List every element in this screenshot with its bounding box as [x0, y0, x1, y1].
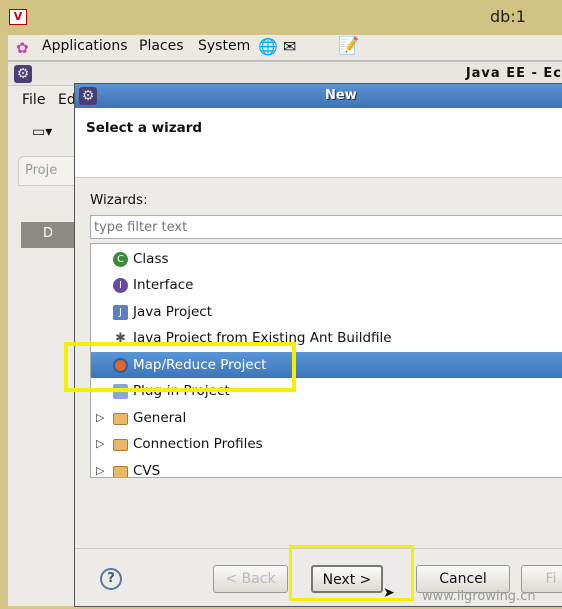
tree-item[interactable]: D: [21, 222, 81, 248]
gnome-panel: ✿ Applications Places System 🌐 ✉ 📝: [8, 35, 562, 61]
eclipse-gear-icon: ⚙: [14, 65, 32, 83]
dialog-header: Select a wizard: [75, 108, 562, 178]
mouse-cursor-icon: ➤: [383, 585, 395, 601]
menu-file[interactable]: File: [22, 92, 45, 108]
highlight-box-next: [289, 545, 414, 601]
new-wizard-icon[interactable]: ▭▾: [32, 124, 52, 140]
folder-icon: [113, 466, 128, 477]
expand-arrow-icon[interactable]: ▷: [96, 405, 104, 431]
back-button[interactable]: < Back: [213, 565, 288, 593]
wizards-label: Wizards:: [90, 192, 148, 208]
mail-icon[interactable]: ✉: [283, 37, 296, 56]
list-item-interface[interactable]: I Interface: [91, 272, 562, 298]
expand-arrow-icon[interactable]: ▷: [96, 431, 104, 457]
menu-system[interactable]: System: [198, 38, 250, 54]
item-label: Class: [133, 251, 169, 267]
vnc-titlebar: V db:1: [0, 0, 562, 34]
menu-places[interactable]: Places: [139, 38, 184, 54]
folder-icon: [113, 413, 128, 425]
list-item-java-project[interactable]: J Java Project: [91, 299, 562, 325]
vnc-logo-icon: V: [9, 9, 27, 25]
applications-icon: ✿: [16, 39, 29, 57]
notepad-icon[interactable]: 📝: [338, 36, 359, 56]
vnc-title: db:1: [490, 7, 526, 26]
folder-icon: [113, 439, 128, 451]
list-item-connection-profiles[interactable]: ▷ Connection Profiles: [91, 431, 562, 457]
item-label: Connection Profiles: [133, 436, 263, 452]
tree-item-label: D: [43, 226, 54, 241]
class-icon: C: [113, 252, 128, 267]
interface-icon: I: [113, 278, 128, 293]
dialog-titlebar: ⚙ New: [75, 84, 562, 108]
project-explorer-tab[interactable]: Proje: [18, 156, 78, 186]
filter-input[interactable]: [90, 215, 562, 239]
java-project-icon: J: [113, 305, 128, 320]
dialog-heading: Select a wizard: [86, 120, 203, 136]
item-label: General: [133, 410, 187, 426]
eclipse-title: Java EE - Ec: [465, 66, 562, 81]
list-item-general[interactable]: ▷ General: [91, 405, 562, 431]
browser-icon[interactable]: 🌐: [258, 37, 278, 56]
list-item-cvs[interactable]: ▷ CVS: [91, 458, 562, 478]
item-label: Java Project: [133, 304, 212, 320]
watermark: www.ilgrowing.cn: [422, 589, 536, 604]
menu-applications[interactable]: Applications: [42, 38, 128, 54]
item-label: Interface: [133, 277, 194, 293]
list-item-class[interactable]: C Class: [91, 246, 562, 272]
highlight-box-mapreduce: [64, 342, 296, 392]
item-label: CVS: [133, 463, 161, 478]
expand-arrow-icon[interactable]: ▷: [96, 458, 104, 477]
dialog-title: New: [325, 88, 357, 103]
project-explorer-label: Proje: [25, 163, 58, 178]
help-icon[interactable]: ?: [100, 568, 122, 590]
dialog-gear-icon: ⚙: [79, 87, 97, 105]
